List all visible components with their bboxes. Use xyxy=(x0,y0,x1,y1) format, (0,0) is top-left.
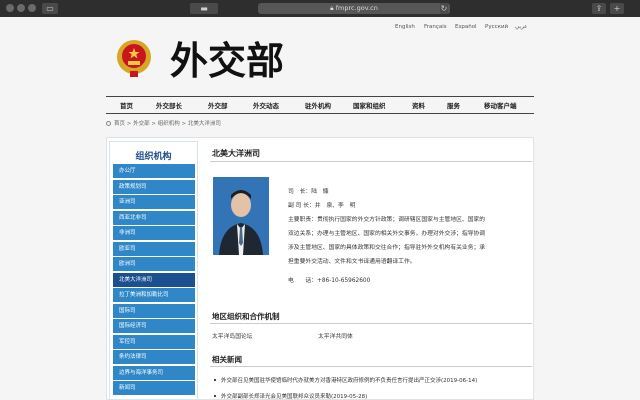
news-item-text[interactable]: 外交部副部长郑泽光会见美国联邦众议员来勒(2019-05-28) xyxy=(221,394,367,400)
sidebar-title: 组织机构 xyxy=(135,152,172,162)
lang-french[interactable]: Français xyxy=(424,24,447,30)
nav-services[interactable]: 服务 xyxy=(447,100,460,110)
org-link[interactable]: 太平洋共同体 xyxy=(318,331,353,340)
bullet-icon xyxy=(214,379,216,381)
sidebar-item[interactable]: 非洲司 xyxy=(113,226,195,240)
nav-missions[interactable]: 驻外机构 xyxy=(305,100,331,110)
sidebar-toggle-icon[interactable]: ▭ xyxy=(42,3,58,14)
nav-home[interactable]: 首页 xyxy=(120,100,133,110)
close-window-icon[interactable] xyxy=(6,4,14,12)
sidebar-item[interactable]: 北美大洋洲司 xyxy=(113,272,195,287)
nav-activities[interactable]: 外交动态 xyxy=(253,100,279,110)
news-item[interactable]: 外交部副部长郑泽光会见美国联邦众议员来勒(2019-05-28) xyxy=(214,392,367,400)
org-link[interactable]: 太平洋岛国论坛 xyxy=(212,331,253,340)
sidebar-item[interactable]: 边界与海洋事务司 xyxy=(113,365,195,380)
news-item[interactable]: 外交部召见美国驻华使馆临时代办就美方对香港特区政府修例的不负责任言行提出严正交涉… xyxy=(214,376,477,384)
lang-english[interactable]: English xyxy=(395,24,415,30)
address-bar[interactable]: 🔒︎ fmprc.gov.cn xyxy=(258,3,450,14)
lang-spanish[interactable]: Español xyxy=(455,24,477,30)
main-nav: 首页 外交部长 外交部 外交动态 驻外机构 国家和组织 资料 服务 移动客户端 xyxy=(106,96,534,114)
browser-toolbar: ▭ ▬ 🔒︎ fmprc.gov.cn ↻ ⇪ + xyxy=(0,0,640,17)
duties-line-1: 主要职责：贯彻执行国家的外交方针政策；调研辖区国家与主管地区、国家的 xyxy=(288,217,486,223)
new-tab-icon[interactable]: + xyxy=(610,3,624,14)
tab-overview-icon[interactable]: ▬ xyxy=(190,3,218,14)
deputy-line: 副 司 长：井 泉、李 明 xyxy=(288,203,356,209)
duties-line-2: 双边关系；办理与主管地区、国家的相关外交事务，办理对外交涉；指导协调 xyxy=(288,231,486,237)
duties-line-4: 担重要外交活动、文件和文书译通用语翻译工作。 xyxy=(288,259,416,265)
phone-line: 电 话：+86-10-65962600 xyxy=(288,278,371,284)
nav-mobile[interactable]: 移动客户端 xyxy=(484,100,517,110)
bullet-icon xyxy=(214,395,216,397)
page-title: 北美大洋洲司 xyxy=(212,149,260,158)
director-line: 司 长：陆 慷 xyxy=(288,189,329,195)
location-icon xyxy=(106,121,111,126)
regional-orgs-title: 地区组织和合作机制 xyxy=(212,312,280,321)
director-photo xyxy=(213,177,269,255)
news-divider xyxy=(210,366,532,367)
news-title: 相关新闻 xyxy=(212,355,242,364)
minimize-window-icon[interactable] xyxy=(17,4,25,12)
sidebar-item[interactable]: 拉丁美洲和加勒比司 xyxy=(113,288,195,302)
sidebar-item[interactable]: 欧洲司 xyxy=(113,257,195,271)
national-emblem-icon xyxy=(117,40,151,77)
breadcrumb: 首页 > 外交部 > 组织机构 > 北美大洋洲司 xyxy=(106,119,221,127)
sidebar-item[interactable]: 欧亚司 xyxy=(113,241,195,256)
url-text: fmprc.gov.cn xyxy=(335,4,378,12)
lang-russian[interactable]: Русский xyxy=(485,24,508,30)
sidebar-item[interactable]: 条约法律司 xyxy=(113,350,195,364)
sidebar-item[interactable]: 办公厅 xyxy=(113,164,195,178)
sidebar-item[interactable]: 亚洲司 xyxy=(113,195,195,209)
sidebar-item[interactable]: 军控司 xyxy=(113,334,195,349)
sidebar-item[interactable]: 西亚北非司 xyxy=(113,210,195,225)
duties-line-3: 涉及主管地区、国家的具体政策和交往合作；指导驻外外交机构有关业务；承 xyxy=(288,245,486,251)
sidebar-item[interactable]: 国际司 xyxy=(113,303,195,318)
sidebar-item[interactable]: 新闻司 xyxy=(113,381,195,395)
title-divider xyxy=(210,161,532,162)
nav-resources[interactable]: 资料 xyxy=(412,100,425,110)
sidebar-item[interactable]: 政策规划司 xyxy=(113,179,195,194)
reload-icon[interactable]: ↻ xyxy=(440,3,448,14)
logo-text: 外交部 xyxy=(170,38,284,83)
regional-divider xyxy=(210,323,532,324)
site-logo[interactable]: 外交部 xyxy=(170,30,290,90)
portrait-image xyxy=(213,177,269,255)
sidebar-item[interactable]: 国际经济司 xyxy=(113,319,195,333)
nav-ministry[interactable]: 外交部 xyxy=(208,100,228,110)
nav-countries[interactable]: 国家和组织 xyxy=(353,100,386,110)
share-icon[interactable]: ⇪ xyxy=(592,3,606,14)
zoom-window-icon[interactable] xyxy=(28,4,36,12)
nav-minister[interactable]: 外交部长 xyxy=(156,100,182,110)
news-item-text[interactable]: 外交部召见美国驻华使馆临时代办就美方对香港特区政府修例的不负责任言行提出严正交涉… xyxy=(221,378,477,384)
breadcrumb-text[interactable]: 首页 > 外交部 > 组织机构 > 北美大洋洲司 xyxy=(114,121,221,127)
lang-arabic[interactable]: عربي xyxy=(515,24,527,30)
